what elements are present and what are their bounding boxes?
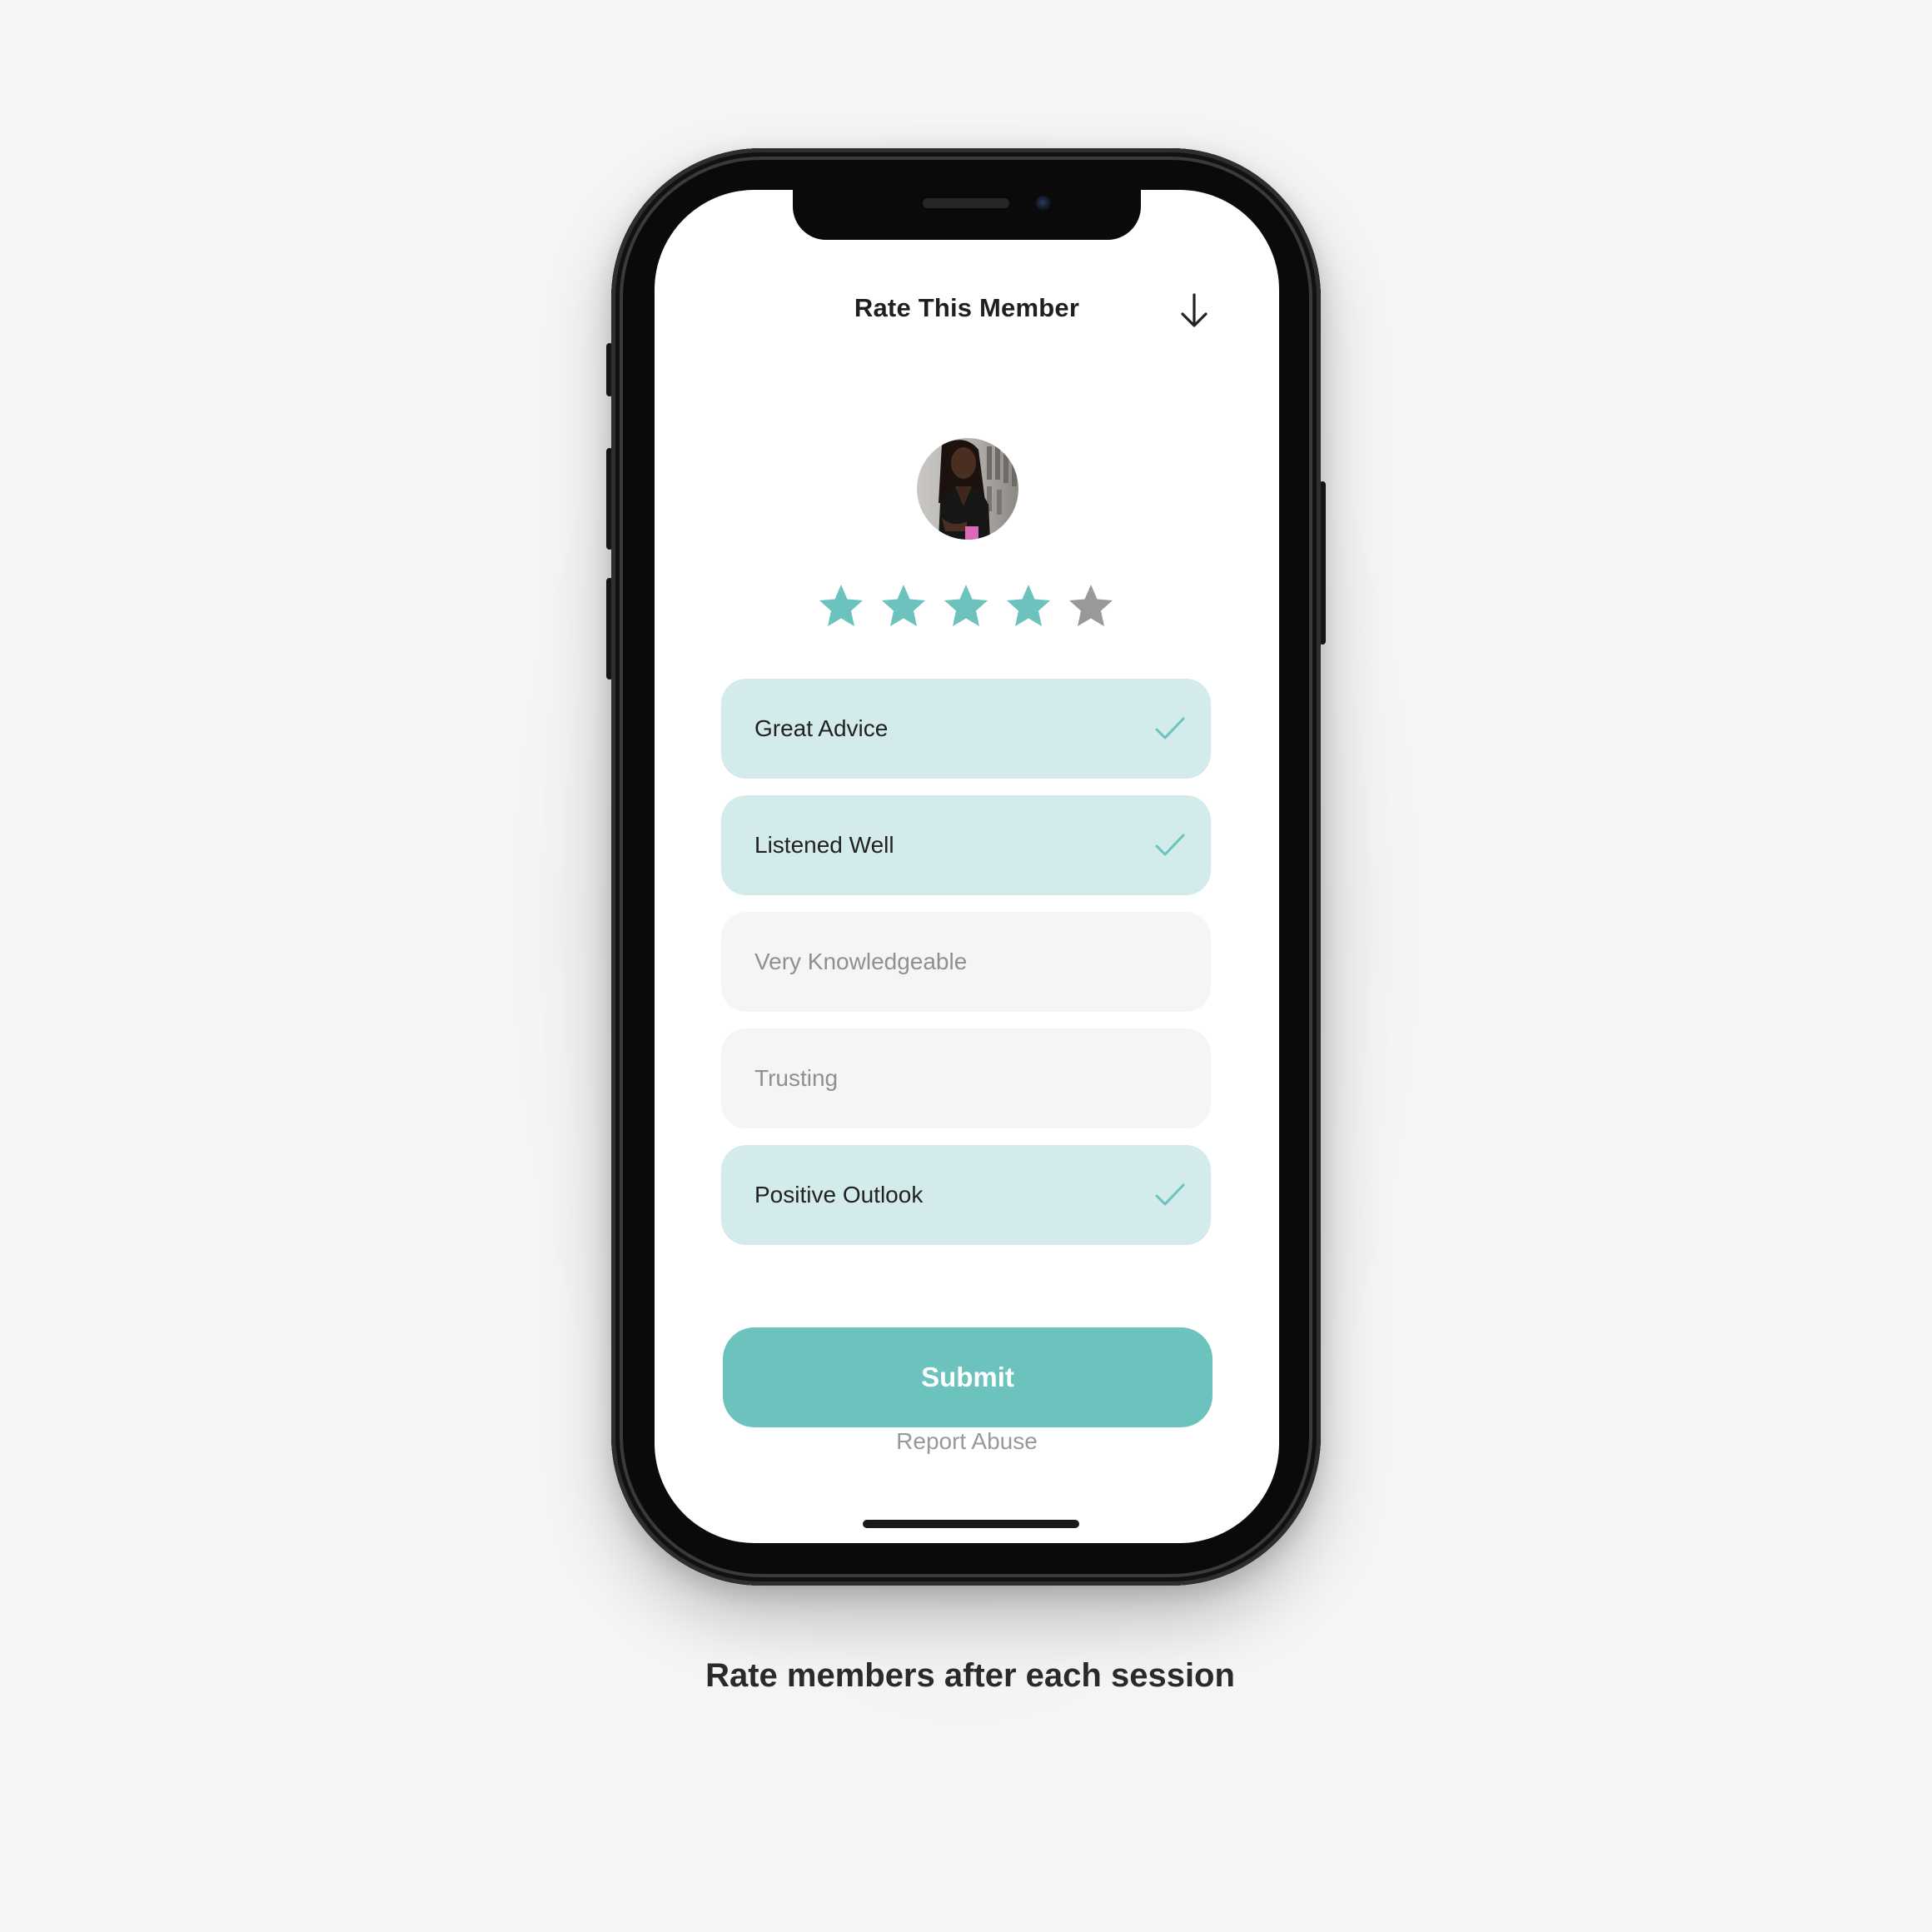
star-2-icon[interactable]	[879, 583, 928, 631]
phone-notch	[793, 190, 1141, 240]
star-rating	[817, 583, 1117, 633]
option-positive-outlook[interactable]: Positive Outlook	[721, 1145, 1211, 1245]
member-avatar	[917, 438, 1018, 540]
report-abuse-link[interactable]: Report Abuse	[655, 1421, 1279, 1462]
showcase-stage: Rate This Member Great Advice Listened W…	[0, 0, 1932, 1932]
option-great-advice[interactable]: Great Advice	[721, 679, 1211, 779]
option-label: Trusting	[754, 1065, 839, 1091]
option-label: Great Advice	[754, 715, 889, 741]
option-trusting[interactable]: Trusting	[721, 1028, 1211, 1128]
arrow-down-icon[interactable]	[1178, 291, 1211, 330]
option-label: Very Knowledgeable	[754, 949, 968, 974]
star-1-icon[interactable]	[817, 583, 865, 631]
option-label: Listened Well	[754, 832, 894, 858]
check-icon	[1155, 717, 1185, 739]
check-icon	[1155, 834, 1185, 856]
submit-button[interactable]: Submit	[723, 1327, 1212, 1427]
option-label: Positive Outlook	[754, 1182, 924, 1208]
speaker-grille	[923, 198, 1009, 208]
star-3-icon[interactable]	[942, 583, 990, 631]
star-4-icon[interactable]	[1004, 583, 1053, 631]
phone-screen: Rate This Member Great Advice Listened W…	[655, 190, 1279, 1543]
showcase-caption: Rate members after each session	[705, 1657, 1235, 1694]
option-listened-well[interactable]: Listened Well	[721, 795, 1211, 895]
star-5-icon[interactable]	[1067, 583, 1115, 631]
home-indicator[interactable]	[863, 1520, 1079, 1528]
option-very-knowledgeable[interactable]: Very Knowledgeable	[721, 912, 1211, 1012]
front-camera	[1036, 196, 1051, 211]
check-icon	[1155, 1183, 1185, 1206]
